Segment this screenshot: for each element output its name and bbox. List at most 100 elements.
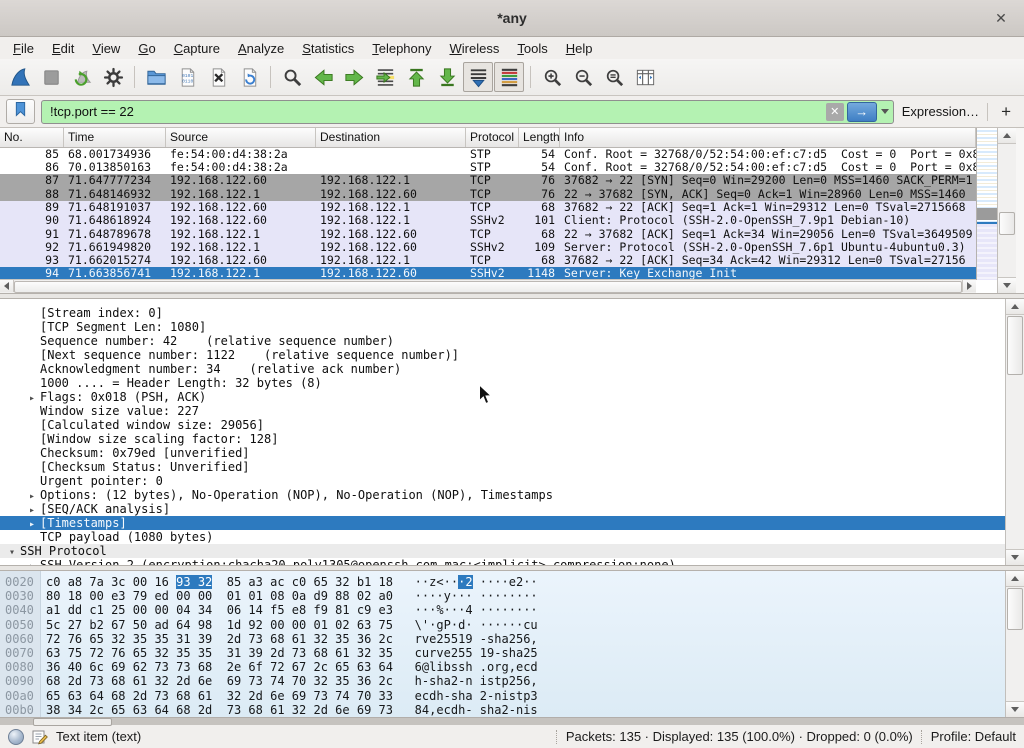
menu-capture[interactable]: Capture [165,39,229,58]
details-vscroll-thumb[interactable] [1007,316,1023,375]
column-header-length[interactable]: Length [519,128,560,147]
detail-line[interactable]: ▸Options: (12 bytes), No-Operation (NOP)… [0,488,1024,502]
auto-scroll-button[interactable] [463,62,493,92]
zoom-in-button[interactable] [537,62,567,92]
menu-tools[interactable]: Tools [508,39,556,58]
scroll-up-button[interactable] [998,128,1016,144]
menu-go[interactable]: Go [129,39,164,58]
hex-vscrollbar[interactable] [1005,571,1024,717]
hex-row-00a0[interactable]: 00a065 63 64 68 2d 73 68 61 32 2d 6e 69 … [0,689,1024,703]
expert-information-icon[interactable] [8,729,24,745]
go-to-packet-button[interactable] [370,62,400,92]
hex-hscrollbar[interactable] [0,717,1024,725]
detail-line[interactable]: ▸[Timestamps] [0,516,1024,530]
detail-line[interactable]: TCP payload (1080 bytes) [0,530,1024,544]
detail-line[interactable]: [Next sequence number: 1122 (relative se… [0,348,1024,362]
detail-line[interactable]: [Stream index: 0] [0,306,1024,320]
packet-row-88[interactable]: 8871.648146932192.168.122.1192.168.122.6… [0,188,976,201]
scroll-left-button[interactable] [0,280,14,292]
menu-file[interactable]: File [4,39,43,58]
menu-statistics[interactable]: Statistics [293,39,363,58]
display-filter-input[interactable] [48,103,826,120]
open-file-button[interactable] [141,62,171,92]
zoom-out-button[interactable] [568,62,598,92]
details-scroll-up-button[interactable] [1006,299,1024,315]
packet-row-85[interactable]: 8568.001734936fe:54:00:d4:38:2aSTP54Conf… [0,148,976,161]
find-packet-button[interactable] [277,62,307,92]
packet-row-92[interactable]: 9271.661949820192.168.122.1192.168.122.6… [0,241,976,254]
filter-history-dropdown[interactable] [877,103,893,121]
hex-hscroll-thumb[interactable] [33,718,112,726]
detail-line[interactable]: ▸[SEQ/ACK analysis] [0,502,1024,516]
menu-help[interactable]: Help [557,39,602,58]
packet-row-86[interactable]: 8670.013850163fe:54:00:d4:38:2aSTP54Conf… [0,161,976,174]
column-header-no[interactable]: No. [0,128,64,147]
detail-line[interactable]: 1000 .... = Header Length: 32 bytes (8) [0,376,1024,390]
packet-row-93[interactable]: 9371.662015274192.168.122.60192.168.122.… [0,254,976,267]
zoom-original-button[interactable] [599,62,629,92]
status-profile[interactable]: Profile: Default [931,729,1016,744]
add-filter-button[interactable]: + [994,102,1018,122]
column-header-time[interactable]: Time [64,128,166,147]
hex-row-0030[interactable]: 003080 18 00 e3 79 ed 00 00 01 01 08 0a … [0,589,1024,603]
packet-row-94[interactable]: 9471.663856741192.168.122.1192.168.122.6… [0,267,976,279]
packet-list-minimap[interactable] [976,128,997,280]
hex-scroll-up-button[interactable] [1006,571,1024,587]
detail-line[interactable]: Sequence number: 42 (relative sequence n… [0,334,1024,348]
expression-button[interactable]: Expression… [900,104,981,119]
hex-row-0080[interactable]: 008036 40 6c 69 62 73 73 68 2e 6f 72 67 … [0,660,1024,674]
detail-line[interactable]: [Calculated window size: 29056] [0,418,1024,432]
restart-capture-button[interactable] [67,62,97,92]
detail-line[interactable]: [TCP Segment Len: 1080] [0,320,1024,334]
apply-filter-button[interactable]: → [847,102,877,122]
menu-analyze[interactable]: Analyze [229,39,293,58]
close-file-button[interactable] [203,62,233,92]
capture-options-button[interactable] [98,62,128,92]
vscroll-thumb[interactable] [999,212,1015,235]
column-header-source[interactable]: Source [166,128,316,147]
scroll-down-button[interactable] [998,277,1016,293]
menu-view[interactable]: View [83,39,129,58]
go-first-button[interactable] [401,62,431,92]
hex-row-0050[interactable]: 00505c 27 b2 67 50 ad 64 98 1d 92 00 00 … [0,618,1024,632]
packet-row-87[interactable]: 8771.647777234192.168.122.60192.168.122.… [0,174,976,187]
colorize-button[interactable] [494,62,524,92]
detail-line[interactable]: Urgent pointer: 0 [0,474,1024,488]
detail-line[interactable]: Window size value: 227 [0,404,1024,418]
resize-columns-button[interactable] [630,62,660,92]
go-forward-button[interactable] [339,62,369,92]
hex-row-0060[interactable]: 006072 76 65 32 35 35 31 39 2d 73 68 61 … [0,632,1024,646]
hex-row-00b0[interactable]: 00b038 34 2c 65 63 64 68 2d 73 68 61 32 … [0,703,1024,717]
detail-line[interactable]: ▾SSH Protocol [0,544,1024,558]
details-vscrollbar[interactable] [1005,299,1024,565]
hscroll-thumb[interactable] [14,281,962,293]
details-scroll-down-button[interactable] [1006,549,1024,565]
menu-edit[interactable]: Edit [43,39,83,58]
hex-row-0020[interactable]: 0020c0 a8 7a 3c 00 16 93 32 85 a3 ac c0 … [0,575,1024,589]
capture-comment-icon[interactable] [32,729,48,745]
stop-capture-button[interactable] [36,62,66,92]
detail-line[interactable]: ▸Flags: 0x018 (PSH, ACK) [0,390,1024,404]
packet-row-89[interactable]: 8971.648191037192.168.122.60192.168.122.… [0,201,976,214]
save-file-button[interactable]: 01010110 [172,62,202,92]
display-filter-field[interactable]: ✕ → [41,100,894,124]
detail-line[interactable]: ▸SSH Version 2 (encryption:chacha20-poly… [0,558,1024,565]
filter-bookmark-button[interactable] [6,99,35,124]
detail-line[interactable]: Acknowledgment number: 34 (relative ack … [0,362,1024,376]
go-last-button[interactable] [432,62,462,92]
hex-row-0040[interactable]: 0040a1 dd c1 25 00 00 04 34 06 14 f5 e8 … [0,603,1024,617]
title-bar[interactable]: *any ✕ [0,0,1024,37]
hex-scroll-down-button[interactable] [1006,701,1024,717]
column-header-info[interactable]: Info [560,128,976,147]
packet-list-hscrollbar[interactable] [0,279,976,293]
clear-filter-button[interactable]: ✕ [826,103,844,121]
detail-line[interactable]: [Window size scaling factor: 128] [0,432,1024,446]
packet-row-90[interactable]: 9071.648618924192.168.122.60192.168.122.… [0,214,976,227]
menu-wireless[interactable]: Wireless [441,39,509,58]
column-header-destination[interactable]: Destination [316,128,466,147]
hex-row-0070[interactable]: 007063 75 72 76 65 32 35 35 31 39 2d 73 … [0,646,1024,660]
close-window-button[interactable]: ✕ [991,8,1011,28]
expanded-arrow-icon[interactable]: ▾ [4,546,20,560]
go-back-button[interactable] [308,62,338,92]
reload-file-button[interactable] [234,62,264,92]
